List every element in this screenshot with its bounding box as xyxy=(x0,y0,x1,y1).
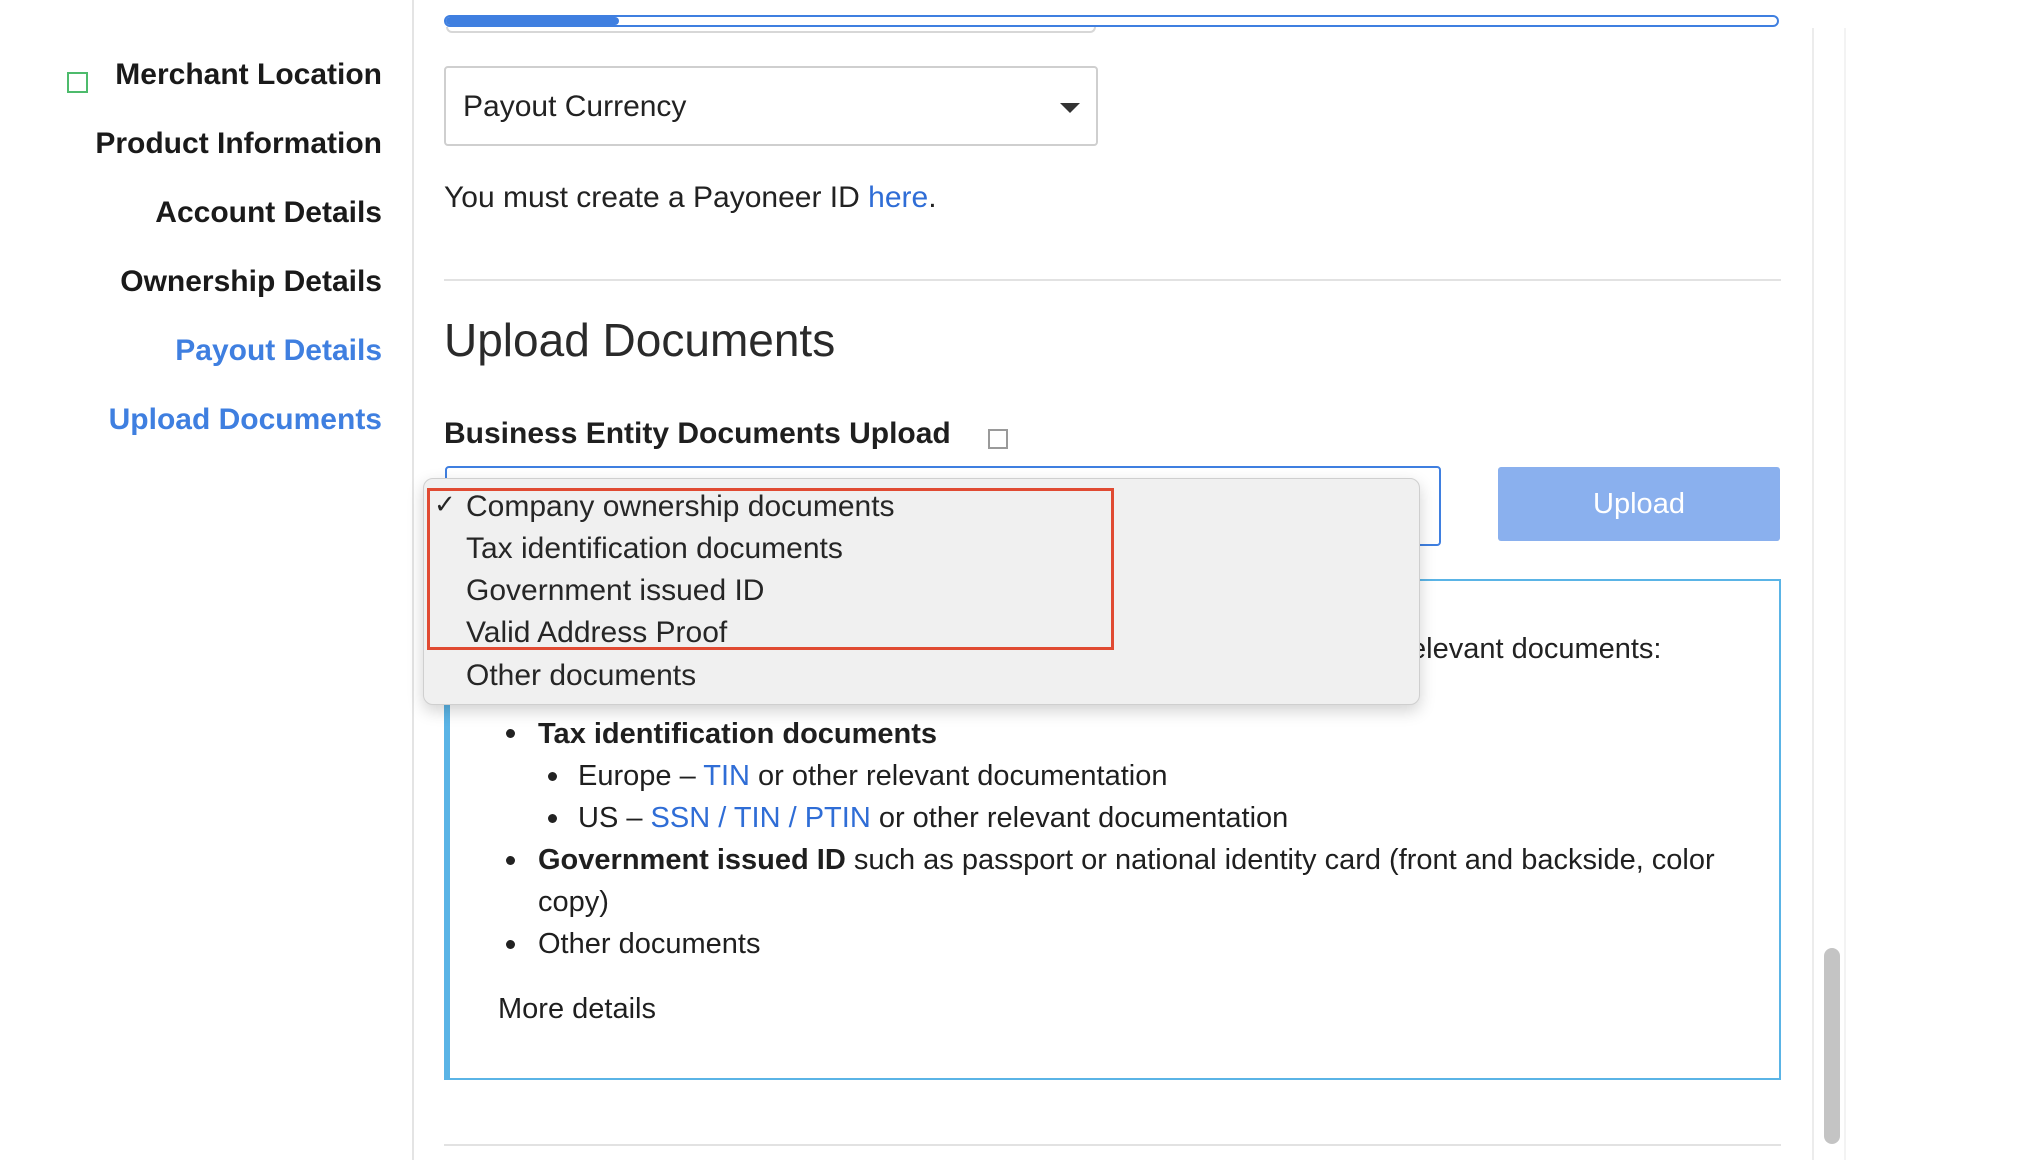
other-documents-item: Other documents xyxy=(538,928,761,960)
progress-bar-shadow xyxy=(446,27,1096,33)
us-ssn-link[interactable]: SSN xyxy=(651,802,711,834)
business-entity-documents-label: Business Entity Documents Upload xyxy=(444,417,951,450)
bullet-icon xyxy=(548,814,557,823)
chevron-down-icon xyxy=(1060,103,1080,113)
europe-suffix: or other relevant documentation xyxy=(749,760,1168,792)
merchant-location-status-icon xyxy=(67,72,88,93)
sidebar-item-product-information[interactable]: Product Information xyxy=(95,127,382,161)
progress-bar xyxy=(444,15,1779,27)
scrollbar-track xyxy=(1844,28,1846,1160)
payout-currency-select[interactable]: Payout Currency xyxy=(444,66,1098,146)
bullet-icon xyxy=(506,940,515,949)
us-suffix: or other relevant documentation xyxy=(870,802,1289,834)
us-ptin-link[interactable]: PTIN xyxy=(805,802,871,834)
section-divider xyxy=(444,279,1781,281)
highlight-annotation-box xyxy=(427,488,1114,650)
us-separator: / xyxy=(780,802,805,834)
dropdown-option-other-documents[interactable]: Other documents xyxy=(466,659,696,693)
us-tin-link[interactable]: TIN xyxy=(734,802,781,834)
checkbox-icon[interactable] xyxy=(988,429,1008,449)
sidebar-item-account-details[interactable]: Account Details xyxy=(155,196,382,230)
us-separator: / xyxy=(710,802,734,834)
content-right-border xyxy=(1812,28,1814,1160)
us-list-item: US – SSN / TIN / PTIN or other relevant … xyxy=(578,802,1288,835)
bullet-icon xyxy=(506,729,515,738)
payoneer-here-link[interactable]: here xyxy=(868,181,928,214)
bullet-icon xyxy=(506,856,515,865)
payoneer-notice-text: You must create a Payoneer ID xyxy=(444,181,869,214)
sidebar-item-ownership-details[interactable]: Ownership Details xyxy=(120,265,382,299)
us-prefix: US – xyxy=(578,802,651,834)
government-id-description: such as passport or national identity ca… xyxy=(845,844,1715,876)
sidebar-item-upload-documents[interactable]: Upload Documents xyxy=(109,403,382,437)
sidebar: Merchant Location Product Information Ac… xyxy=(0,0,414,1160)
scrollbar-thumb[interactable] xyxy=(1824,948,1840,1144)
payout-currency-value: Payout Currency xyxy=(463,90,687,123)
government-id-list-item: Government issued ID such as passport or… xyxy=(538,844,1715,877)
section-title: Upload Documents xyxy=(444,314,836,366)
info-panel-intro-text: elevant documents: xyxy=(1410,633,1662,665)
bottom-divider xyxy=(444,1144,1781,1146)
sidebar-item-merchant-location[interactable]: Merchant Location xyxy=(115,58,382,92)
europe-tin-link[interactable]: TIN xyxy=(703,760,750,792)
more-details-link[interactable]: More details xyxy=(498,993,656,1026)
tax-identification-heading: Tax identification documents xyxy=(538,718,938,750)
sidebar-item-payout-details[interactable]: Payout Details xyxy=(175,334,382,368)
payoneer-notice: You must create a Payoneer ID here. xyxy=(444,181,937,215)
government-id-description-cont: copy) xyxy=(538,886,609,918)
upload-button[interactable]: Upload xyxy=(1498,467,1780,541)
government-id-heading: Government issued ID xyxy=(538,844,846,876)
bullet-icon xyxy=(548,772,557,781)
payoneer-period: . xyxy=(928,181,937,214)
europe-prefix: Europe – xyxy=(578,760,704,792)
europe-list-item: Europe – TIN or other relevant documenta… xyxy=(578,760,1167,793)
progress-bar-fill xyxy=(446,17,620,25)
